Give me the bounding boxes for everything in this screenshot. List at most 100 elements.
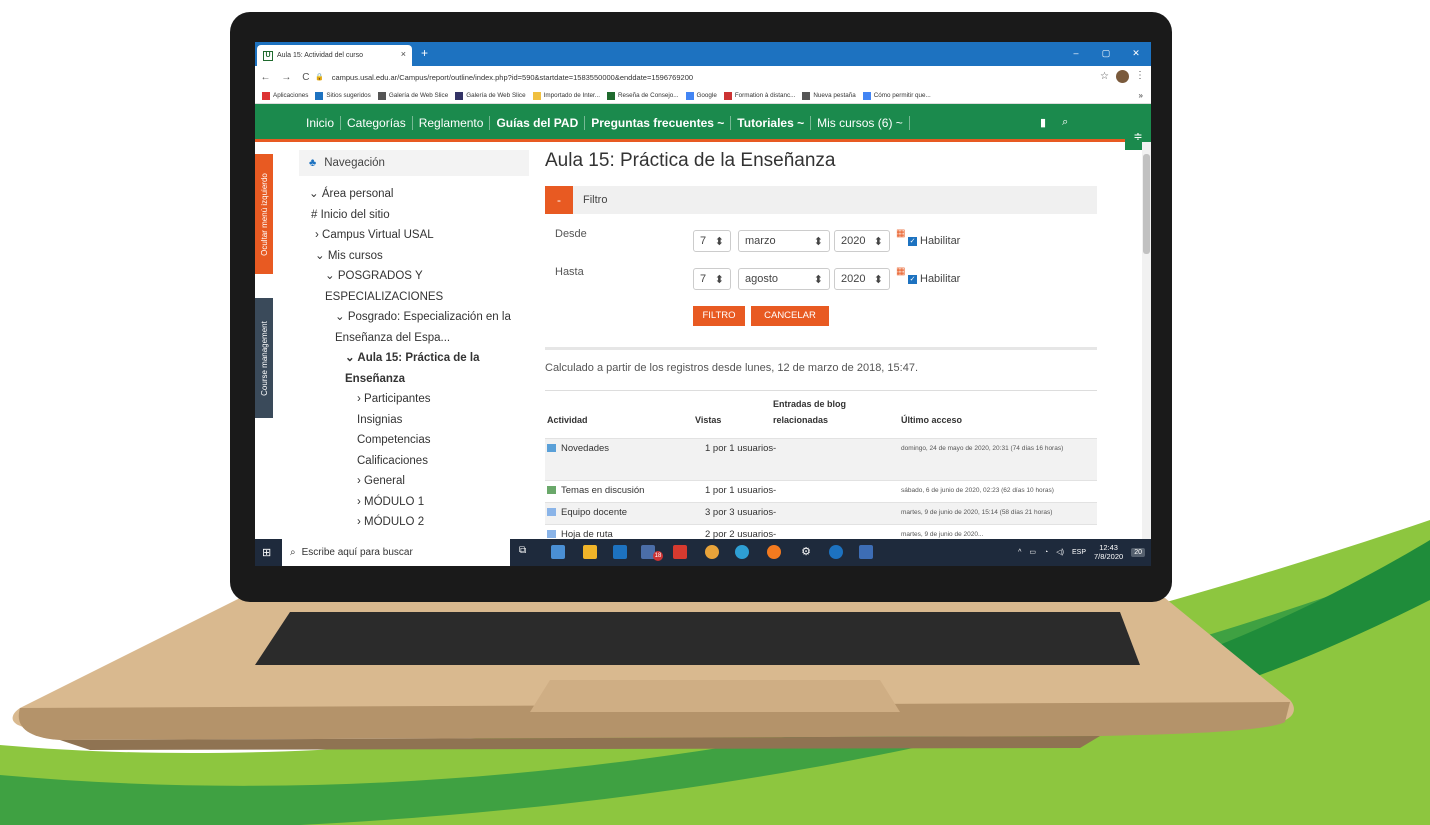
activity-cell[interactable]: Novedades (547, 443, 609, 454)
hasta-day-select[interactable]: 7 ⬍ (693, 268, 731, 290)
address-bar: ← → C 🔒 campus.usal.edu.ar/Campus/report… (255, 66, 1151, 88)
nav-tree-item[interactable]: › MÓDULO 1 (309, 492, 529, 513)
bookmark-item[interactable]: Google (685, 91, 717, 100)
bookmark-item[interactable]: Reseña de Consejo... (606, 91, 679, 100)
nav-item[interactable]: Reglamento (413, 116, 491, 130)
nav-tree-item[interactable]: ⌄ Mis cursos (309, 246, 529, 267)
hasta-year-select[interactable]: 2020 ⬍ (834, 268, 890, 290)
search-icon[interactable]: ⌕ (1062, 116, 1068, 129)
taskbar-search[interactable]: ⌕ Escribe aquí para buscar (282, 539, 510, 566)
nav-item[interactable]: Mis cursos (6) ~ (811, 116, 910, 130)
filter-button[interactable]: FILTRO (693, 306, 745, 326)
close-window-icon[interactable]: ✕ (1121, 42, 1151, 66)
bookmark-item[interactable]: Sitios sugeridos (315, 91, 371, 100)
calendar-icon[interactable]: ▦ (896, 266, 905, 277)
browser-tab[interactable]: U Aula 15: Actividad del curso × (257, 45, 412, 66)
battery-icon[interactable]: ▭ (1029, 548, 1036, 556)
calendar-icon[interactable]: ▦ (896, 228, 905, 239)
settings-icon[interactable]: ⚙ (799, 545, 813, 559)
bookmark-item[interactable]: Aplicaciones (262, 91, 308, 100)
nav-item[interactable]: Guías del PAD (490, 116, 586, 130)
window-controls: – ▢ ✕ (1061, 42, 1151, 66)
l-app-icon[interactable] (613, 545, 627, 559)
back-icon[interactable]: ← (260, 72, 270, 83)
col-blog[interactable]: Entradas de blog relacionadas (773, 396, 869, 428)
bookmarks-bar: Aplicaciones Sitios sugeridos Galería de W… (255, 88, 1151, 104)
bookmark-item[interactable]: Galería de Web Slice (455, 91, 526, 100)
tray-up-icon[interactable]: ^ (1018, 549, 1021, 556)
nav-item[interactable]: Inicio (300, 116, 342, 130)
store-icon[interactable] (583, 545, 597, 559)
collapse-icon[interactable]: - (545, 186, 573, 214)
desde-year-select[interactable]: 2020 ⬍ (834, 230, 890, 252)
nav-item[interactable]: Tutoriales ~ (731, 116, 812, 130)
volume-icon[interactable]: ◁) (1056, 548, 1064, 556)
nav-tree-item[interactable]: # Inicio del sitio (309, 205, 529, 226)
hasta-month-select[interactable]: agosto ⬍ (738, 268, 830, 290)
nav-tree-item[interactable]: Insignias (309, 410, 529, 431)
col-views[interactable]: Vistas (695, 412, 721, 428)
remote-icon[interactable] (859, 545, 873, 559)
nav-tree-item[interactable]: ⌄ Área personal (309, 184, 529, 205)
bookmark-item[interactable]: Nueva pestaña (802, 91, 856, 100)
more-bookmarks-icon[interactable]: » (1139, 91, 1143, 100)
minimize-icon[interactable]: – (1061, 42, 1091, 66)
bookmark-icon[interactable]: ▮ (1040, 116, 1046, 129)
firefox-icon[interactable] (767, 545, 781, 559)
nav-item[interactable]: Categorías (341, 116, 413, 130)
activity-cell[interactable]: Temas en discusión (547, 485, 644, 496)
new-tab-icon[interactable]: + (421, 46, 428, 60)
nav-tree-item[interactable]: › MÓDULO 2 (309, 512, 529, 533)
bookmark-item[interactable]: Formation à distanc... (723, 91, 795, 100)
scrollbar-thumb[interactable] (1143, 154, 1150, 254)
folder-icon (532, 91, 541, 100)
hasta-enable-checkbox[interactable]: ✓ Habilitar (908, 273, 960, 285)
desde-day-select[interactable]: 7 ⬍ (693, 230, 731, 252)
bookmark-item[interactable]: Galería de Web Slice (377, 91, 448, 100)
nav-item[interactable]: Preguntas frecuentes ~ (585, 116, 732, 130)
office-icon[interactable] (673, 545, 687, 559)
task-view-icon[interactable]: ⧉ (519, 545, 533, 559)
maximize-icon[interactable]: ▢ (1091, 42, 1121, 66)
files-icon[interactable] (551, 545, 565, 559)
nav-tree-item[interactable]: › Campus Virtual USAL (309, 225, 529, 246)
nav-tree-item[interactable]: ⌄ Posgrado: Especialización en la (309, 307, 529, 328)
edge-icon[interactable] (735, 545, 749, 559)
profile-avatar[interactable] (1116, 70, 1129, 83)
nav-tree-item[interactable]: Calificaciones (309, 451, 529, 472)
hide-left-menu-tab[interactable]: Ocultar menú izquierdo (255, 154, 273, 274)
bookmark-item[interactable]: Cómo permitir que... (862, 91, 931, 100)
nav-tree-item[interactable]: ⌄ Aula 15: Práctica de la (309, 348, 529, 369)
bookmark-star-icon[interactable]: ☆ (1100, 71, 1109, 82)
url-field[interactable]: campus.usal.edu.ar/Campus/report/outline… (332, 73, 693, 82)
nav-tree-item[interactable]: › General (309, 471, 529, 492)
sitemap-icon: ♣ (309, 157, 317, 169)
chrome-icon[interactable] (705, 545, 719, 559)
nav-tree-item[interactable]: Competencias (309, 430, 529, 451)
wifi-icon[interactable]: ◔ (1044, 549, 1048, 556)
windows-start-icon[interactable]: ⊞ (262, 546, 271, 559)
cancel-button[interactable]: CANCELAR (751, 306, 829, 326)
desde-year-value: 2020 (841, 235, 866, 247)
forward-icon[interactable]: → (281, 72, 291, 83)
col-last-access[interactable]: Último acceso (901, 412, 962, 428)
col-activity[interactable]: Actividad (547, 412, 588, 428)
reload-icon[interactable]: C (302, 72, 309, 83)
activity-cell[interactable]: Equipo docente (547, 507, 627, 518)
desde-enable-checkbox[interactable]: ✓ Habilitar (908, 235, 960, 247)
filter-header[interactable]: - Filtro (545, 186, 1097, 214)
desde-month-select[interactable]: marzo ⬍ (738, 230, 830, 252)
taskbar-search-placeholder: Escribe aquí para buscar (301, 547, 413, 558)
language-label[interactable]: ESP (1072, 549, 1086, 556)
globe-icon (377, 91, 386, 100)
notifications-badge[interactable]: 20 (1131, 547, 1145, 557)
close-tab-icon[interactable]: × (401, 49, 406, 59)
clock[interactable]: 12:43 7/8/2020 (1094, 543, 1123, 561)
vpn-icon[interactable] (829, 545, 843, 559)
browser-menu-icon[interactable]: ⋮ (1135, 70, 1145, 81)
nav-tree-item[interactable]: ⌄ POSGRADOS Y (309, 266, 529, 287)
nav-tree-item[interactable]: › Participantes (309, 389, 529, 410)
bookmark-item[interactable]: Importado de Inter... (532, 91, 600, 100)
page-scrollbar[interactable] (1142, 142, 1151, 542)
course-management-tab[interactable]: Course management (255, 298, 273, 418)
